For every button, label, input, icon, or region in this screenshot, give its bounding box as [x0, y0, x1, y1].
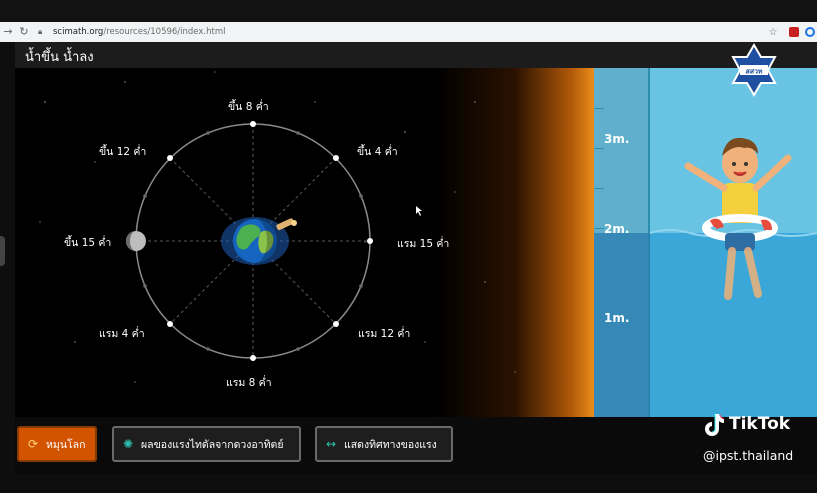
reload-icon[interactable]: ↻	[16, 24, 32, 40]
double-arrow-icon: ↔	[325, 437, 337, 451]
orbit-diagram	[39, 71, 516, 383]
url-text: scimath.org/resources/10596/index.html	[53, 27, 225, 37]
control-bar: ⟳ หมุนโลก ✺ ผลของแรงไทดัลจากดวงอาทิตย์ ↔…	[15, 417, 817, 474]
simulation-app: น้ำขึ้น น้ำลง ขึ้น 8 ค่ำ ขึ้น 12 ค่ำ ขึ้…	[15, 42, 817, 474]
sun-tidal-effect-button[interactable]: ✺ ผลของแรงไทดัลจากดวงอาทิตย์	[112, 426, 301, 462]
url-host: scimath.org	[53, 27, 104, 37]
screen: → ↻ 🔒︎ scimath.org/resources/10596/index…	[0, 0, 817, 493]
bookmark-star-icon[interactable]: ☆	[765, 27, 781, 38]
sun-icon: ✺	[122, 437, 134, 451]
url-path: /resources/10596/index.html	[103, 27, 226, 37]
mouse-cursor-icon	[416, 206, 422, 216]
position-point-top-right	[333, 155, 339, 161]
position-point-bottom	[250, 355, 256, 361]
label-left: ขึ้น 15 ค่ำ	[64, 237, 112, 249]
water-level-panel: 3m. 2m. 1m.	[594, 68, 817, 417]
moon[interactable]	[126, 231, 146, 251]
label-right: แรม 15 ค่ำ	[397, 238, 450, 250]
boy-icon	[684, 137, 792, 300]
force-direction-button[interactable]: ↔ แสดงทิศทางของแรง	[315, 426, 453, 462]
extension-icon[interactable]	[805, 27, 815, 37]
rotate-earth-label: หมุนโลก	[46, 438, 86, 451]
tiktok-handle: @ipst.thailand	[703, 448, 794, 463]
logo-text: สสวท	[745, 68, 762, 76]
label-top: ขึ้น 8 ค่ำ	[228, 101, 269, 113]
label-top-left: ขึ้น 12 ค่ำ	[99, 146, 147, 158]
tiktok-watermark: TikTok	[703, 412, 790, 436]
lock-icon: 🔒︎	[38, 27, 43, 36]
rotate-icon: ⟳	[27, 437, 39, 451]
position-point-bottom-right	[333, 321, 339, 327]
label-bottom-right: แรม 12 ค่ำ	[358, 328, 411, 340]
swimmer-illustration	[649, 137, 817, 300]
tiktok-icon	[705, 414, 725, 436]
label-bottom: แรม 8 ค่ำ	[226, 377, 272, 389]
browser-toolbar: → ↻ 🔒︎ scimath.org/resources/10596/index…	[0, 22, 817, 42]
observer-icon	[276, 218, 297, 231]
pdf-extension-icon[interactable]	[789, 27, 799, 37]
ipst-logo: สสวท	[731, 43, 777, 97]
sun-tidal-effect-label: ผลของแรงไทดัลจากดวงอาทิตย์	[141, 438, 284, 451]
label-top-right: ขึ้น 4 ค่ำ	[357, 146, 398, 158]
position-point-top	[250, 121, 256, 127]
label-bottom-left: แรม 4 ค่ำ	[99, 328, 145, 340]
address-bar[interactable]: 🔒︎ scimath.org/resources/10596/index.htm…	[38, 24, 765, 40]
force-direction-label: แสดงทิศทางของแรง	[344, 438, 437, 451]
position-point-bottom-left	[167, 321, 173, 327]
position-point-top-left	[167, 155, 173, 161]
browser-tab-strip	[0, 0, 817, 22]
side-handle[interactable]	[0, 236, 5, 266]
rotate-earth-button[interactable]: ⟳ หมุนโลก	[17, 426, 97, 462]
position-point-right	[367, 238, 373, 244]
forward-icon[interactable]: →	[0, 24, 16, 40]
tiktok-name: TikTok	[729, 414, 791, 434]
